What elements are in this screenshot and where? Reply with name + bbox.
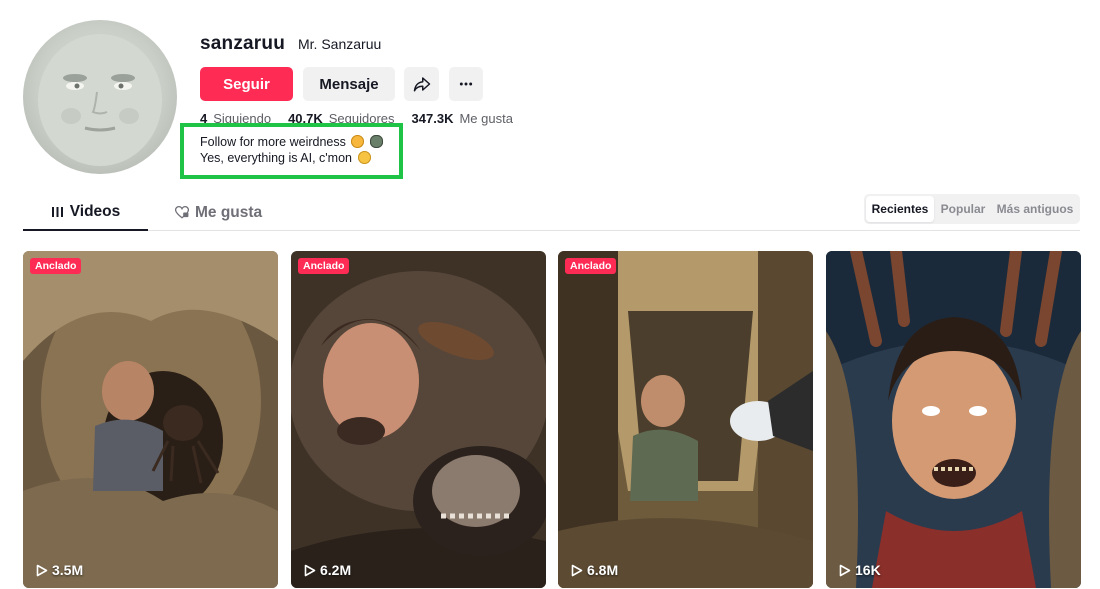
share-arrow-icon xyxy=(413,77,430,92)
heart-lock-icon xyxy=(175,206,189,219)
video-thumbnail xyxy=(558,251,813,588)
view-count: 16K xyxy=(839,562,881,578)
grinning-face-icon xyxy=(357,151,371,164)
more-button[interactable] xyxy=(449,67,483,101)
bio-line-2: Yes, everything is AI, c'mon xyxy=(200,150,383,166)
tab-videos-label: Videos xyxy=(69,203,121,220)
view-count-text: 3.5M xyxy=(52,562,84,578)
video-card[interactable]: Anclado 3.5M xyxy=(23,251,278,588)
video-thumbnail xyxy=(291,251,546,588)
bio-line-2-text: Yes, everything is AI, c'mon xyxy=(200,151,353,165)
pinned-badge: Anclado xyxy=(565,258,617,274)
sort-popular[interactable]: Popular xyxy=(934,196,992,222)
avatar[interactable] xyxy=(23,20,177,174)
pinned-badge: Anclado xyxy=(30,258,82,274)
video-card[interactable]: Anclado 6.2M xyxy=(291,251,546,588)
video-thumbnail xyxy=(23,251,278,588)
play-icon xyxy=(571,564,583,576)
grid-bars-icon xyxy=(51,207,63,217)
bio: Follow for more weirdness Yes, everythin… xyxy=(200,134,383,166)
view-count: 6.8M xyxy=(571,562,618,578)
likes-count: 347.3K xyxy=(411,111,454,126)
sort-recent[interactable]: Recientes xyxy=(866,196,934,222)
tab-likes[interactable]: Me gusta xyxy=(175,195,262,230)
share-button[interactable] xyxy=(404,67,439,101)
tab-likes-label: Me gusta xyxy=(195,203,263,221)
pinned-badge: Anclado xyxy=(298,258,350,274)
likes-stat: 347.3K Me gusta xyxy=(412,111,513,126)
sort-control: Recientes Popular Más antiguos xyxy=(864,194,1080,224)
nickname: Mr. Sanzaruu xyxy=(298,36,382,52)
moon-face-avatar-image xyxy=(38,34,162,166)
alien-creature-icon xyxy=(369,135,383,148)
astonished-face-icon xyxy=(351,135,365,148)
bio-line-1: Follow for more weirdness xyxy=(200,134,383,150)
video-card[interactable]: 16K xyxy=(826,251,1081,588)
follow-button[interactable]: Seguir xyxy=(200,67,293,101)
play-icon xyxy=(839,564,851,576)
play-icon xyxy=(36,564,48,576)
video-card[interactable]: Anclado 6.8M xyxy=(558,251,813,588)
view-count-text: 16K xyxy=(855,562,881,578)
likes-label: Me gusta xyxy=(459,111,513,126)
view-count: 6.2M xyxy=(304,562,351,578)
view-count: 3.5M xyxy=(36,562,83,578)
more-dots-icon xyxy=(459,82,473,86)
bio-line-1-text: Follow for more weirdness xyxy=(200,135,346,149)
video-thumbnail xyxy=(826,251,1081,588)
sort-oldest[interactable]: Más antiguos xyxy=(992,196,1078,222)
message-button[interactable]: Mensaje xyxy=(303,67,395,101)
tab-videos[interactable]: Videos xyxy=(23,195,148,231)
view-count-text: 6.2M xyxy=(320,562,352,578)
play-icon xyxy=(304,564,316,576)
username: sanzaruu xyxy=(200,33,286,54)
view-count-text: 6.8M xyxy=(587,562,619,578)
